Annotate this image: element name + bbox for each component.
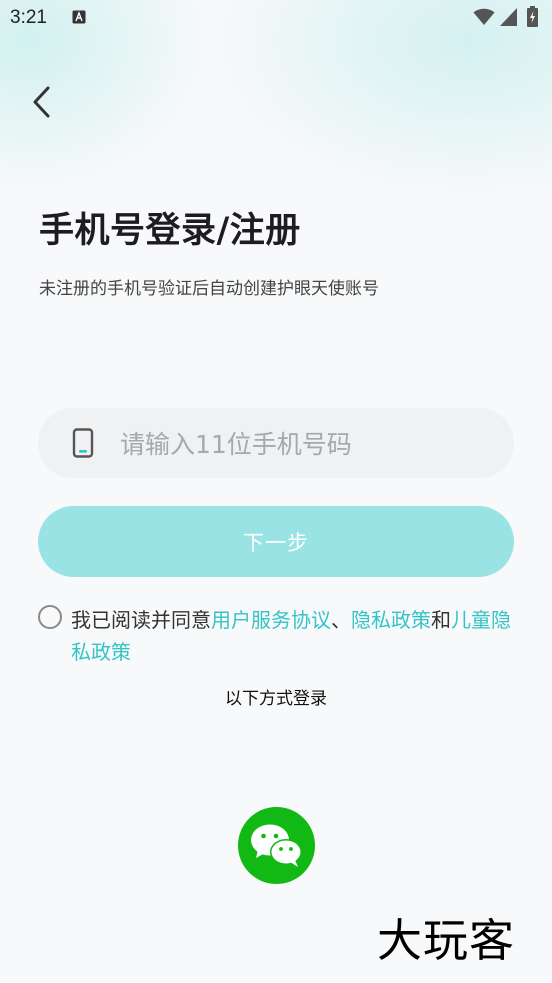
agreement-checkbox[interactable] bbox=[38, 605, 62, 629]
alt-login-label: 以下方式登录 bbox=[225, 689, 327, 709]
keyboard-a-icon bbox=[72, 10, 86, 24]
phone-icon bbox=[72, 428, 94, 458]
agreement-prefix: 我已阅读并同意 bbox=[71, 608, 211, 632]
user-agreement-link[interactable]: 用户服务协议 bbox=[211, 608, 331, 632]
status-time: 3:21 bbox=[10, 7, 47, 28]
agreement-text: 我已阅读并同意用户服务协议、隐私政策和儿童隐私政策 bbox=[71, 604, 517, 668]
agreement-and: 和 bbox=[431, 608, 451, 632]
wechat-login-button[interactable] bbox=[238, 807, 315, 884]
battery-charging-icon bbox=[527, 6, 538, 27]
phone-input[interactable] bbox=[118, 420, 492, 468]
chevron-left-icon bbox=[33, 86, 50, 118]
page-subtitle: 未注册的手机号验证后自动创建护眼天使账号 bbox=[39, 279, 379, 299]
wifi-icon bbox=[473, 8, 495, 25]
privacy-policy-link[interactable]: 隐私政策 bbox=[351, 608, 431, 632]
phone-field[interactable] bbox=[38, 408, 514, 478]
page-title: 手机号登录/注册 bbox=[39, 211, 301, 251]
back-button[interactable] bbox=[26, 80, 62, 124]
status-bar: 3:21 bbox=[0, 0, 552, 38]
wechat-icon bbox=[251, 824, 302, 867]
next-button[interactable]: 下一步 bbox=[38, 506, 514, 577]
signal-icon bbox=[500, 8, 517, 26]
agreement-separator: 、 bbox=[331, 608, 351, 632]
watermark: 大玩客 bbox=[377, 914, 516, 967]
